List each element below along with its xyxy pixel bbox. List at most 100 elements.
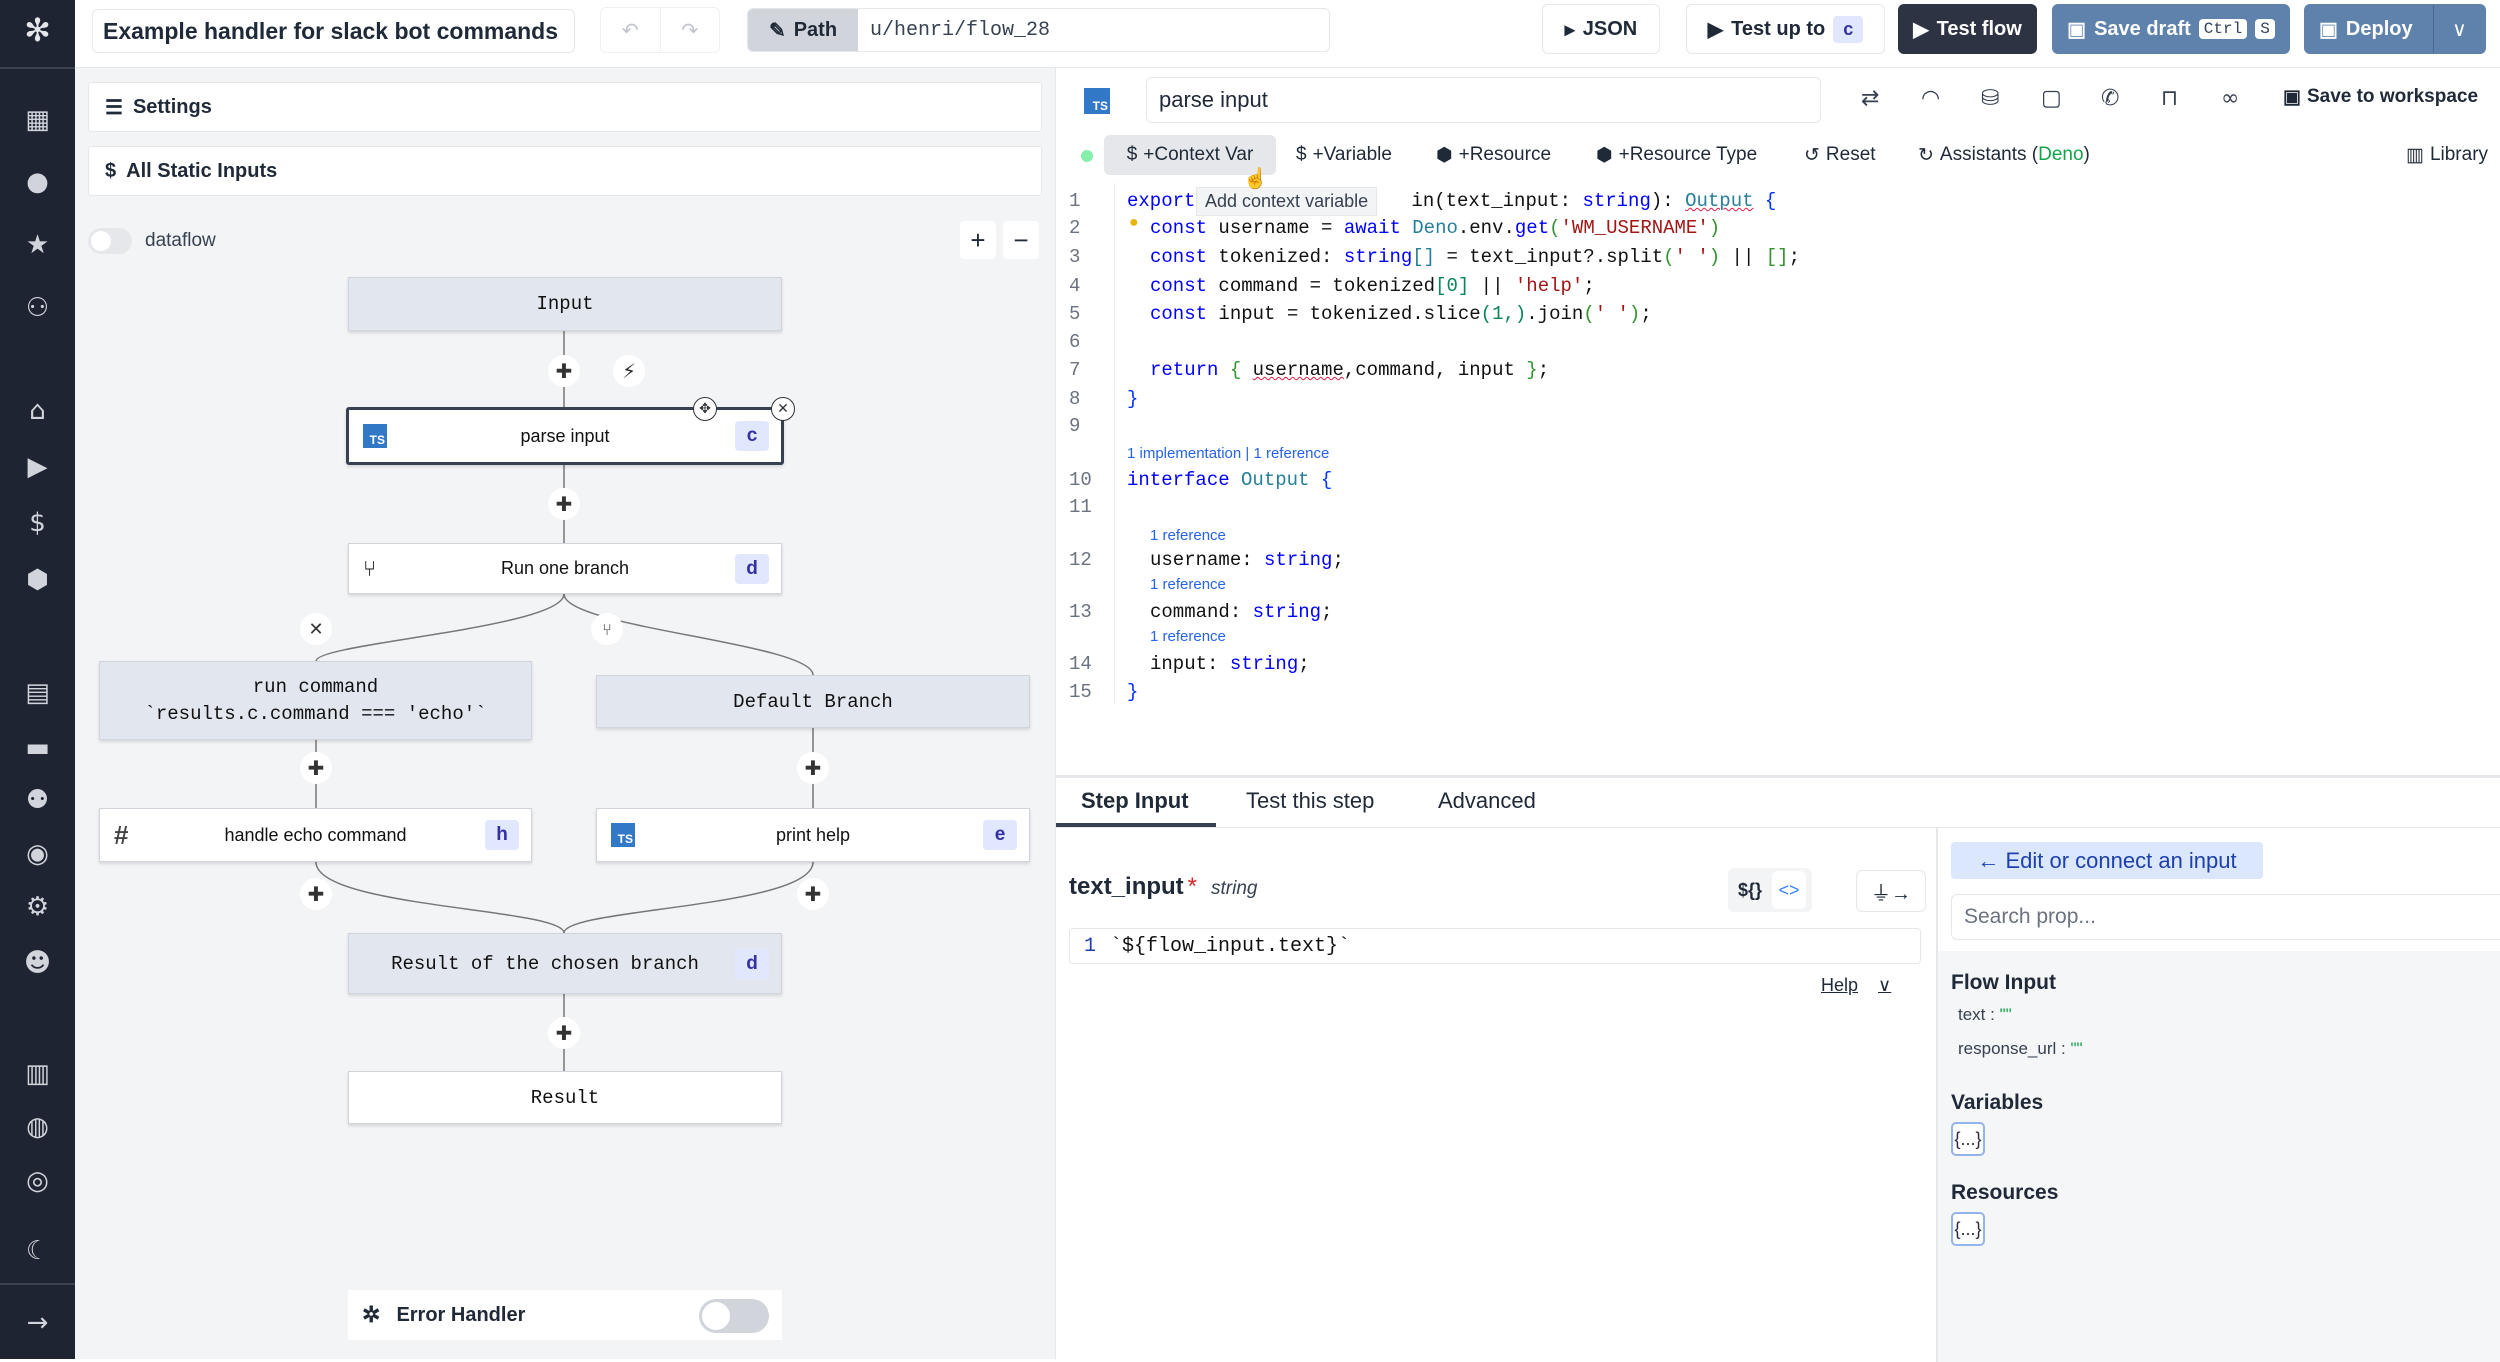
flow-node-handle-echo[interactable]: # handle echo command h bbox=[99, 808, 532, 862]
deploy-button[interactable]: ▣ Deploy ∨ bbox=[2304, 4, 2486, 54]
moon-icon[interactable]: ☾ bbox=[0, 1234, 75, 1268]
tab-test-this-step[interactable]: Test this step bbox=[1246, 778, 1374, 824]
redo-icon[interactable]: ↷ bbox=[661, 8, 720, 52]
code-lens[interactable]: 1 reference bbox=[1150, 628, 1226, 645]
tab-step-input[interactable]: Step Input bbox=[1081, 778, 1189, 824]
dollar-icon[interactable]: $ bbox=[0, 506, 75, 540]
deploy-options-chevron-icon[interactable]: ∨ bbox=[2433, 5, 2485, 53]
add-step-icon[interactable]: ✚ bbox=[300, 878, 332, 910]
search-prop-input[interactable]: Search prop... bbox=[1951, 894, 2500, 940]
code-mode-button[interactable]: <> bbox=[1772, 871, 1806, 909]
arg-expression-editor[interactable]: 1 `${flow_input.text}` bbox=[1069, 928, 1921, 964]
windmill-logo-icon[interactable]: ✻ bbox=[0, 13, 75, 47]
static-mode-button[interactable]: ${} bbox=[1728, 880, 1772, 901]
folder-icon[interactable]: ▬ bbox=[0, 731, 75, 765]
gear-icon[interactable]: ⚙ bbox=[0, 890, 75, 924]
flow-node-result[interactable]: Result bbox=[348, 1071, 782, 1124]
assistants-button[interactable]: ↻ Assistants (Deno) bbox=[1918, 135, 2090, 175]
play-icon[interactable]: ▶ bbox=[0, 450, 75, 484]
undo-icon[interactable]: ↶ bbox=[601, 8, 661, 52]
code-line[interactable]: username: string; bbox=[1150, 546, 1344, 574]
add-step-icon[interactable]: ✚ bbox=[548, 355, 580, 387]
test-up-to-button[interactable]: ▶ Test up to c bbox=[1686, 4, 1885, 54]
lightbulb-icon[interactable]: ● bbox=[1129, 214, 1139, 232]
swap-icon[interactable]: ⇄ bbox=[1861, 86, 1879, 111]
code-lens[interactable]: 1 reference bbox=[1150, 576, 1226, 593]
code-line[interactable]: const input = tokenized.slice(1,).join('… bbox=[1150, 300, 1652, 328]
calendar-icon[interactable]: ▤ bbox=[0, 676, 75, 710]
book-icon[interactable]: ▥ bbox=[0, 1057, 75, 1091]
error-handler-toggle[interactable] bbox=[699, 1299, 769, 1333]
add-step-icon[interactable]: ✚ bbox=[797, 752, 829, 784]
save-draft-button[interactable]: ▣ Save draft Ctrl S bbox=[2052, 4, 2290, 54]
flow-node-branch-result[interactable]: Result of the chosen branch d bbox=[348, 933, 782, 994]
test-flow-button[interactable]: ▶ Test flow bbox=[1898, 4, 2037, 54]
add-step-icon[interactable]: ✚ bbox=[548, 1017, 580, 1049]
library-button[interactable]: ▥ Library bbox=[2406, 135, 2488, 175]
bed-icon[interactable]: ⊓ bbox=[2161, 86, 2178, 111]
flow-input-prop[interactable]: text : "" bbox=[1958, 1005, 2012, 1025]
reset-button[interactable]: ↺ Reset bbox=[1804, 135, 1876, 175]
add-resource-button[interactable]: ⬢ +Resource bbox=[1436, 135, 1551, 175]
user-icon[interactable]: ● bbox=[0, 165, 75, 199]
code-line[interactable]: } bbox=[1127, 385, 1138, 413]
path-input[interactable]: u/henri/flow_28 bbox=[858, 9, 1050, 51]
code-lens[interactable]: 1 reference bbox=[1150, 527, 1226, 544]
eye-icon[interactable]: ◉ bbox=[0, 837, 75, 871]
github-icon[interactable]: ◎ bbox=[0, 1164, 75, 1198]
json-button[interactable]: ▸ JSON bbox=[1542, 4, 1660, 54]
bolt-icon[interactable]: ⚡ bbox=[613, 355, 645, 387]
flow-node-branch-condition[interactable]: run command `results.c.command === 'echo… bbox=[99, 661, 532, 740]
code-line[interactable]: } bbox=[1127, 678, 1138, 706]
add-variable-button[interactable]: $ +Variable bbox=[1296, 135, 1392, 175]
add-resource-type-button[interactable]: ⬢ +Resource Type bbox=[1596, 135, 1757, 175]
code-line[interactable]: interface Output { bbox=[1127, 466, 1332, 494]
remove-branch-icon[interactable]: ✕ bbox=[300, 613, 332, 645]
discord-icon[interactable]: ◍ bbox=[0, 1110, 75, 1144]
add-branch-icon[interactable]: ⑂ bbox=[591, 613, 623, 645]
phone-incoming-icon[interactable]: ✆ bbox=[2101, 86, 2119, 111]
square-icon[interactable]: ▢ bbox=[2041, 86, 2062, 111]
cubes-icon[interactable]: ⬢ bbox=[0, 563, 75, 597]
edit-or-connect-input-button[interactable]: ← Edit or connect an input bbox=[1951, 842, 2263, 879]
code-line[interactable]: command: string; bbox=[1150, 598, 1332, 626]
flow-input-prop[interactable]: response_url : "" bbox=[1958, 1039, 2083, 1059]
code-line[interactable]: return { username,command, input }; bbox=[1150, 356, 1549, 384]
flow-node-input[interactable]: Input bbox=[348, 277, 782, 331]
flow-node-parse-input[interactable]: TS parse input c bbox=[346, 407, 784, 465]
add-step-icon[interactable]: ✚ bbox=[300, 752, 332, 784]
move-icon[interactable]: ✥ bbox=[693, 397, 717, 421]
save-to-workspace-button[interactable]: ▣ Save to workspace bbox=[2283, 86, 2478, 109]
code-line[interactable]: const tokenized: string[] = text_input?.… bbox=[1150, 243, 1800, 271]
add-step-icon[interactable]: ✚ bbox=[548, 488, 580, 520]
step-summary-input[interactable]: parse input bbox=[1146, 77, 1821, 123]
building-icon[interactable]: ▦ bbox=[0, 103, 75, 137]
resources-expand-button[interactable]: {...} bbox=[1951, 1212, 1985, 1246]
arrow-right-icon[interactable]: → bbox=[0, 1306, 75, 1340]
code-editor[interactable]: 1 export in(text_input: string): Output {2… bbox=[1056, 183, 2500, 775]
library-label: Library bbox=[2429, 144, 2489, 165]
flow-node-branch-one[interactable]: ⑂ Run one branch d bbox=[348, 543, 782, 594]
add-step-icon[interactable]: ✚ bbox=[797, 878, 829, 910]
tab-advanced[interactable]: Advanced bbox=[1438, 778, 1536, 824]
code-line[interactable]: const username = await Deno.env.get('WM_… bbox=[1150, 214, 1720, 242]
flow-title-input[interactable]: Example handler for slack bot commands bbox=[92, 9, 575, 53]
connect-plug-button[interactable]: ⏚→ bbox=[1856, 870, 1926, 912]
star-icon[interactable]: ★ bbox=[0, 228, 75, 262]
bot-icon[interactable]: ☻ bbox=[0, 946, 75, 980]
home-icon[interactable]: ⌂ bbox=[0, 394, 75, 428]
gauge-icon[interactable]: ◠ bbox=[1921, 86, 1940, 111]
help-toggle[interactable]: Help ∨ bbox=[1821, 975, 1891, 996]
database-icon[interactable]: ⛁ bbox=[1981, 86, 1999, 111]
code-line[interactable]: input: string; bbox=[1150, 650, 1310, 678]
variables-expand-button[interactable]: {...} bbox=[1951, 1122, 1985, 1156]
close-icon[interactable]: ✕ bbox=[771, 397, 795, 421]
code-line[interactable]: const command = tokenized[0] || 'help'; bbox=[1150, 272, 1595, 300]
flow-node-default-branch[interactable]: Default Branch bbox=[596, 675, 1030, 728]
voicemail-icon[interactable]: ∞ bbox=[2221, 86, 2239, 111]
groups-icon[interactable]: ⚉ bbox=[0, 783, 75, 817]
users-icon[interactable]: ⚇ bbox=[0, 291, 75, 325]
code-lens[interactable]: 1 implementation | 1 reference bbox=[1127, 445, 1329, 462]
flow-node-print-help[interactable]: TS print help e bbox=[596, 808, 1030, 862]
path-field[interactable]: ✎ Path u/henri/flow_28 bbox=[747, 8, 1330, 52]
